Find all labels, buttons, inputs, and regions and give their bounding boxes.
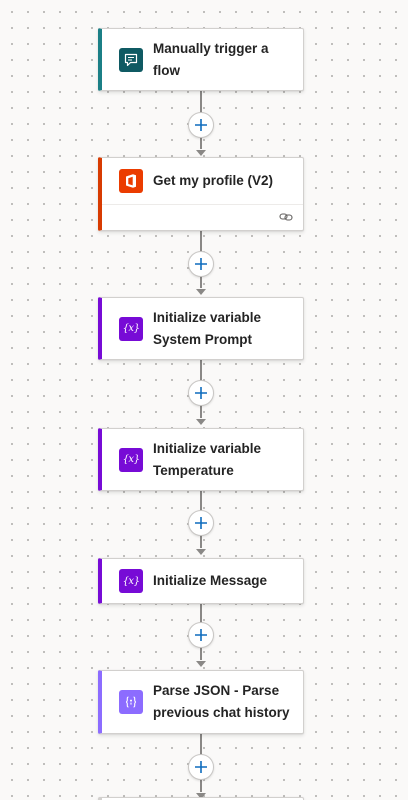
chat-trigger-icon <box>119 47 143 72</box>
step-card-init-temperature[interactable]: {x} Initialize variable Temperature <box>98 428 304 491</box>
step-title: Initialize Message <box>153 573 268 588</box>
add-step-button[interactable] <box>188 380 214 406</box>
add-step-button[interactable] <box>188 112 214 138</box>
office-icon <box>119 169 143 193</box>
add-step-button[interactable] <box>188 622 214 648</box>
connector-arrow <box>196 661 206 667</box>
step-title: Parse JSON - Parse previous chat history <box>153 683 290 720</box>
plus-icon <box>195 761 207 773</box>
parse-json-icon <box>119 690 143 714</box>
step-card-init-system-prompt[interactable]: {x} Initialize variable System Prompt <box>98 297 304 360</box>
add-step-button[interactable] <box>188 754 214 780</box>
connector-arrow <box>196 419 206 425</box>
plus-icon <box>195 119 207 131</box>
step-title: Manually trigger a flow <box>153 40 269 78</box>
step-card-manual-trigger[interactable]: Manually trigger a flow <box>98 28 304 91</box>
step-title: Initialize variable System Prompt <box>153 309 262 347</box>
add-step-button[interactable] <box>188 510 214 536</box>
connector-arrow <box>196 289 206 295</box>
connector-arrow <box>196 549 206 555</box>
plus-icon <box>195 629 207 641</box>
step-card-get-profile[interactable]: Get my profile (V2) <box>98 157 304 231</box>
step-footer <box>102 204 303 231</box>
connector-arrow <box>196 150 206 156</box>
variable-icon: {x} <box>119 569 143 593</box>
variable-icon: {x} <box>119 447 143 472</box>
step-title: Get my profile (V2) <box>153 173 274 188</box>
link-icon[interactable] <box>279 211 293 223</box>
step-title: Initialize variable Temperature <box>153 440 262 478</box>
add-step-button[interactable] <box>188 251 214 277</box>
plus-icon <box>195 517 207 529</box>
variable-icon: {x} <box>119 316 143 341</box>
step-card-init-message[interactable]: {x} Initialize Message <box>98 558 304 604</box>
plus-icon <box>195 258 207 270</box>
plus-icon <box>195 387 207 399</box>
step-card-parse-json[interactable]: Parse JSON - Parse previous chat history <box>98 670 304 734</box>
